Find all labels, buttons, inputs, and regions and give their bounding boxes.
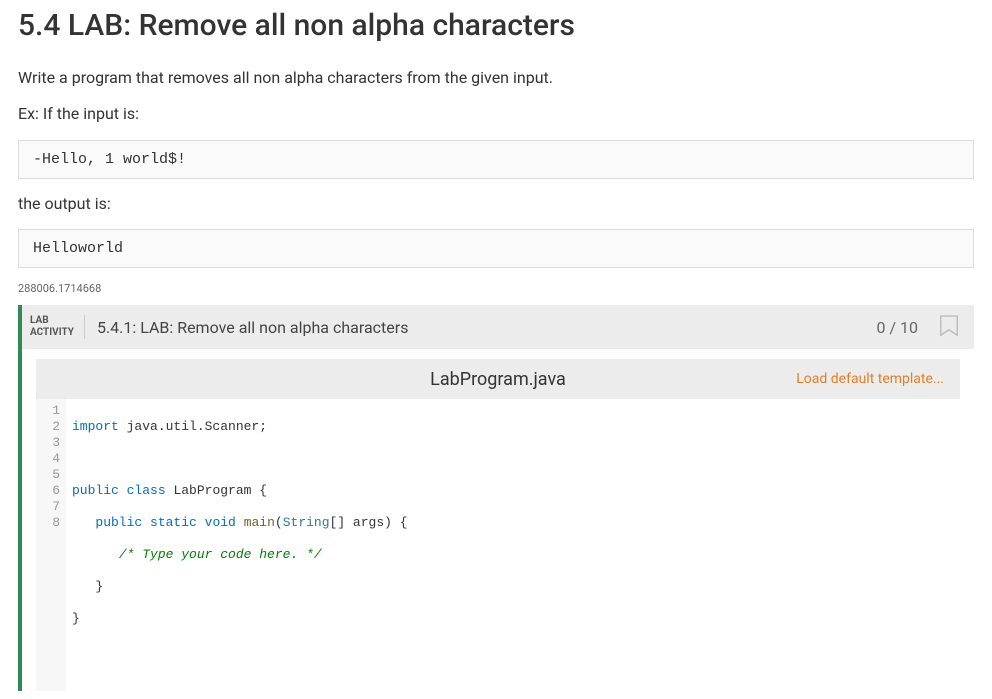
lab-activity-title: 5.4.1: LAB: Remove all non alpha charact… — [97, 318, 865, 337]
code-token: java.util.Scanner; — [119, 419, 267, 434]
lab-label-line2: ACTIVITY — [30, 327, 74, 339]
code-token: main — [244, 515, 275, 530]
code-content[interactable]: import java.util.Scanner; public class L… — [66, 399, 414, 691]
code-token: LabProgram — [173, 483, 251, 498]
code-token: public — [95, 515, 142, 530]
lab-description: Write a program that removes all non alp… — [18, 67, 974, 89]
lab-activity-label: LAB ACTIVITY — [30, 315, 85, 339]
code-token: [] args) { — [330, 515, 408, 530]
lab-label-line1: LAB — [30, 315, 74, 327]
code-token — [72, 547, 119, 562]
code-token: { — [251, 483, 267, 498]
output-example-block: Helloworld — [18, 229, 974, 268]
code-token: import — [72, 419, 119, 434]
file-name: LabProgram.java — [430, 369, 566, 390]
page-title: 5.4 LAB: Remove all non alpha characters — [18, 8, 974, 43]
line-number-gutter: 1 2 3 4 5 6 7 8 — [36, 399, 66, 691]
code-token: String — [283, 515, 330, 530]
load-default-template-link[interactable]: Load default template... — [796, 371, 944, 387]
lab-activity-header: LAB ACTIVITY 5.4.1: LAB: Remove all non … — [22, 305, 974, 349]
code-token: void — [205, 515, 236, 530]
code-token — [72, 579, 95, 594]
line-number: 2 — [42, 419, 60, 435]
code-token: static — [150, 515, 197, 530]
code-token: } — [72, 611, 80, 626]
file-header: LabProgram.java Load default template... — [36, 359, 960, 399]
line-number: 4 — [42, 451, 60, 467]
output-intro: the output is: — [18, 193, 974, 215]
reference-id: 288006.1714668 — [18, 282, 974, 295]
lab-activity-body: LabProgram.java Load default template...… — [22, 349, 974, 691]
example-intro: Ex: If the input is: — [18, 103, 974, 125]
code-token: /* Type your code here. */ — [119, 547, 322, 562]
code-token — [72, 515, 95, 530]
line-number: 8 — [42, 515, 60, 531]
line-number: 3 — [42, 435, 60, 451]
line-number: 5 — [42, 467, 60, 483]
code-token: class — [127, 483, 166, 498]
lab-activity-panel: LAB ACTIVITY 5.4.1: LAB: Remove all non … — [18, 305, 974, 691]
code-token: public — [72, 483, 119, 498]
lab-activity-score: 0 / 10 — [876, 318, 918, 337]
code-token: ( — [275, 515, 283, 530]
code-token: } — [95, 579, 103, 594]
line-number: 1 — [42, 403, 60, 419]
line-number: 6 — [42, 483, 60, 499]
bookmark-icon[interactable] — [938, 315, 960, 339]
input-example-block: -Hello, 1 world$! — [18, 140, 974, 179]
line-number: 7 — [42, 499, 60, 515]
code-editor[interactable]: 1 2 3 4 5 6 7 8 import java.util.Scanner… — [36, 399, 960, 691]
